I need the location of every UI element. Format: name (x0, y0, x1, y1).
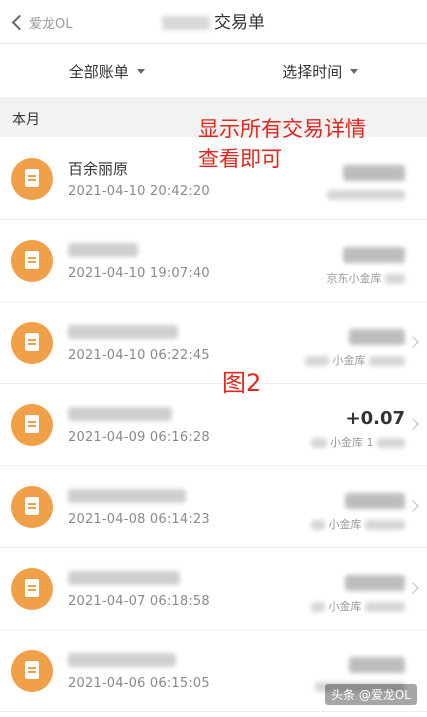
filter-select-time-label: 选择时间 (282, 62, 343, 81)
transaction-time: 2021-04-09 06:16:28 (68, 430, 210, 445)
filter-all-bills-label: 全部账单 (68, 62, 129, 81)
transaction-time: 2021-04-08 06:14:23 (68, 512, 210, 527)
filter-all-bills[interactable]: 全部账单 (0, 46, 214, 96)
transaction-name (68, 240, 138, 258)
transaction-amount (345, 490, 405, 511)
chevron-right-icon (407, 418, 419, 430)
transaction-row[interactable]: 2021-04-07 06:18:58 小金库 (0, 548, 427, 630)
transaction-time: 2021-04-06 06:15:05 (68, 676, 210, 691)
transaction-amount (343, 162, 405, 183)
transaction-name: 百余丽原 (68, 160, 129, 178)
bill-icon (11, 322, 53, 364)
transaction-time: 2021-04-07 06:18:58 (68, 594, 210, 609)
filter-bar: 全部账单 选择时间 (0, 46, 427, 96)
bill-icon (11, 486, 53, 528)
transaction-row[interactable]: 2021-04-10 06:22:45 小金库 (0, 302, 427, 384)
transaction-time: 2021-04-10 06:22:45 (68, 348, 210, 363)
transaction-name (68, 568, 180, 586)
navbar: 爱龙OL 交易单 (0, 0, 427, 44)
transaction-name (68, 486, 186, 504)
page-title: 交易单 (0, 8, 427, 33)
transaction-account (327, 188, 405, 201)
transaction-row[interactable]: 2021-04-08 06:14:23 小金库 (0, 466, 427, 548)
annotation-line-2: 查看即可 (198, 147, 282, 171)
chevron-right-icon (407, 500, 419, 512)
page-title-text: 交易单 (214, 13, 265, 33)
transaction-row[interactable]: 2021-04-09 06:16:28 +0.07 小金库 1 (0, 384, 427, 466)
footer-watermark: 头条 @爱龙OL (325, 684, 417, 705)
transaction-account: 京东小金库 (327, 270, 405, 286)
chevron-right-icon (407, 582, 419, 594)
transaction-time: 2021-04-10 19:07:40 (68, 266, 210, 281)
chevron-right-icon (407, 336, 419, 348)
caret-down-icon (136, 68, 145, 74)
transaction-account: 小金库 1 (310, 434, 405, 450)
transaction-name (68, 404, 172, 422)
figure-label: 图2 (222, 369, 262, 397)
transaction-row[interactable]: 2021-04-10 19:07:40 京东小金库 (0, 220, 427, 302)
caret-down-icon (350, 68, 359, 74)
bill-icon (11, 568, 53, 610)
bill-icon (11, 158, 53, 200)
transaction-amount (349, 654, 405, 675)
transaction-amount (345, 572, 405, 593)
month-label: 本月 (12, 112, 40, 128)
bill-icon (11, 650, 53, 692)
transaction-amount (349, 326, 405, 347)
filter-select-time[interactable]: 选择时间 (214, 46, 427, 96)
transaction-account: 小金库 (305, 352, 405, 368)
annotation-line-1: 显示所有交易详情 (198, 117, 366, 141)
bill-icon (11, 240, 53, 282)
transaction-amount: +0.07 (345, 408, 406, 429)
transaction-amount (343, 244, 405, 265)
transaction-name (68, 650, 176, 668)
transaction-time: 2021-04-10 20:42:20 (68, 184, 210, 199)
transaction-account: 小金库 (311, 598, 405, 614)
bill-icon (11, 404, 53, 446)
transaction-account: 小金库 (311, 516, 405, 532)
transaction-list: 百余丽原 2021-04-10 20:42:20 2021-04-10 19:0… (0, 138, 427, 712)
redacted-title-prefix (162, 16, 210, 30)
transaction-name (68, 322, 178, 340)
